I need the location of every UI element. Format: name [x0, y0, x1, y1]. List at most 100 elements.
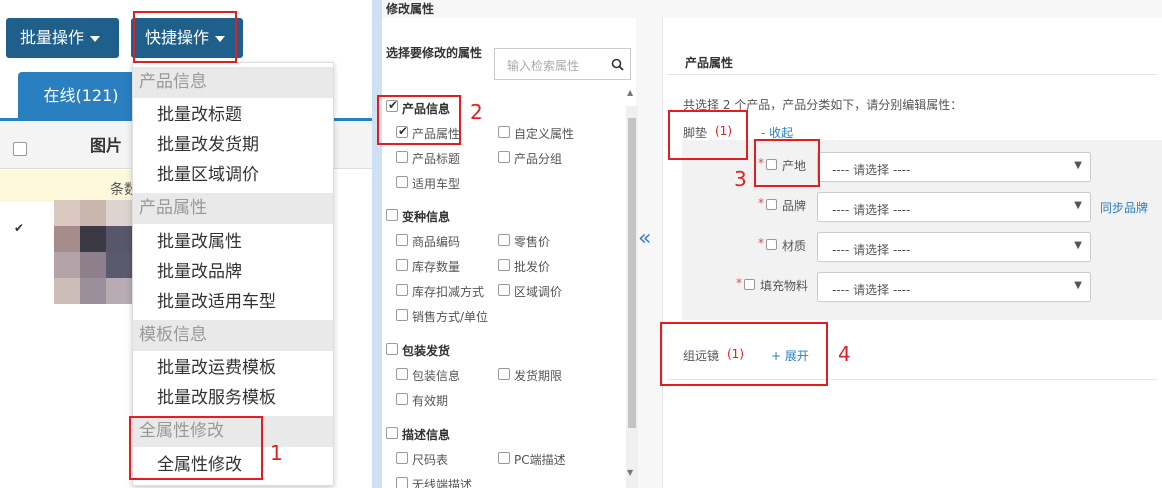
menu-item-freight-template[interactable]: 批量改运费模板: [157, 354, 276, 382]
dialog-title: 修改属性: [386, 2, 435, 16]
field-label-brand: 品牌: [782, 199, 807, 213]
highlight-origin: [754, 139, 820, 187]
option-checkbox-ship-deadline[interactable]: [498, 368, 510, 380]
chevron-down-icon: ▼: [1074, 160, 1082, 171]
option-product-group: 产品分组: [514, 152, 563, 166]
option-checkbox-package-info[interactable]: [396, 368, 408, 380]
option-checkbox-product-group[interactable]: [498, 151, 510, 163]
dialog-left-edge: [372, 0, 382, 488]
search-placeholder: 输入检索属性: [507, 59, 580, 73]
origin-select-value: ---- 请选择 ----: [832, 163, 911, 177]
option-checkbox-validity[interactable]: [396, 393, 408, 405]
sync-brand-link[interactable]: 同步品牌: [1100, 199, 1148, 216]
callout-3: 3: [734, 167, 747, 191]
material-select-value: ---- 请选择 ----: [832, 243, 911, 257]
attribute-search-input[interactable]: 输入检索属性: [494, 48, 631, 80]
batch-operation-button[interactable]: 批量操作: [6, 18, 119, 58]
chevron-down-icon: ▼: [1074, 200, 1082, 211]
option-custom-attr: 自定义属性: [514, 127, 575, 141]
option-stock-deduct: 库存扣减方式: [412, 285, 485, 299]
option-pc-desc: PC端描述: [514, 453, 566, 467]
panel-heading: 产品属性: [685, 56, 734, 70]
heading-divider: [667, 74, 1157, 75]
highlight-product-info: [377, 95, 461, 145]
menu-item-edit-title[interactable]: 批量改标题: [157, 101, 242, 129]
attribute-selector-panel: 选择要修改的属性 输入检索属性 产品信息 产品属性 自定义属性 产品标题 产品分…: [382, 18, 638, 488]
option-package-info: 包装信息: [412, 369, 461, 383]
filling-select-value: ---- 请选择 ----: [832, 283, 911, 297]
option-validity: 有效期: [412, 394, 449, 408]
menu-item-region-price[interactable]: 批量区域调价: [157, 161, 259, 189]
menu-item-edit-ship-date[interactable]: 批量改发货期: [157, 131, 259, 159]
scroll-down-icon[interactable]: ▼: [627, 468, 633, 477]
select-all-checkbox[interactable]: [13, 142, 27, 156]
option-checkbox-retail-price[interactable]: [498, 234, 510, 246]
origin-select[interactable]: ---- 请选择 ---- ▼: [817, 152, 1091, 182]
section-title-variant: 变种信息: [402, 210, 451, 224]
material-select[interactable]: ---- 请选择 ---- ▼: [817, 232, 1091, 262]
dialog-titlebar: 修改属性: [372, 0, 1162, 18]
row-checkbox[interactable]: [13, 221, 27, 238]
option-checkbox-pc-desc[interactable]: [498, 452, 510, 464]
section-title-description: 描述信息: [402, 428, 451, 442]
menu-item-edit-brand[interactable]: 批量改品牌: [157, 258, 242, 286]
option-checkbox-sale-unit[interactable]: [396, 309, 408, 321]
option-size-chart: 尺码表: [412, 453, 449, 467]
option-stock: 库存数量: [412, 260, 461, 274]
section-checkbox-packaging[interactable]: [386, 343, 398, 355]
section-checkbox-description[interactable]: [386, 427, 398, 439]
option-checkbox-product-title[interactable]: [396, 151, 408, 163]
option-checkbox-wholesale[interactable]: [498, 259, 510, 271]
menu-group-template: 模板信息: [133, 320, 333, 351]
option-mobile-desc: 无线端描述: [412, 478, 473, 488]
field-checkbox-filling[interactable]: [744, 279, 755, 290]
brand-select[interactable]: ---- 请选择 ---- ▼: [817, 192, 1091, 222]
option-region-price: 区域调价: [514, 285, 563, 299]
highlight-category-1: [668, 110, 748, 160]
option-vehicle: 适用车型: [412, 177, 461, 191]
section-checkbox-variant[interactable]: [386, 209, 398, 221]
option-checkbox-stock-deduct[interactable]: [396, 284, 408, 296]
option-checkbox-vehicle[interactable]: [396, 176, 408, 188]
move-left-icon[interactable]: «: [638, 226, 651, 251]
scrollbar-thumb[interactable]: [628, 118, 636, 428]
field-row-brand: *: [758, 196, 764, 210]
edit-attributes-dialog: 修改属性 选择要修改的属性 输入检索属性 产品信息 产品属性 自定义属性 产品标…: [372, 0, 1162, 488]
scroll-up-icon[interactable]: ▲: [627, 88, 633, 97]
menu-group-product-attr: 产品属性: [133, 193, 333, 224]
field-label-filling: 填充物料: [760, 279, 809, 293]
option-retail-price: 零售价: [514, 235, 551, 249]
tab-online[interactable]: 在线(121): [18, 72, 144, 118]
highlight-category-2: [660, 322, 828, 386]
menu-group-product-info: 产品信息: [133, 67, 333, 98]
option-checkbox-mobile-desc[interactable]: [396, 477, 408, 488]
field-checkbox-material[interactable]: [766, 239, 777, 250]
option-checkbox-sku[interactable]: [396, 234, 408, 246]
option-product-title: 产品标题: [412, 152, 461, 166]
menu-item-edit-vehicle[interactable]: 批量改适用车型: [157, 288, 276, 316]
field-checkbox-brand[interactable]: [766, 199, 777, 210]
filling-select[interactable]: ---- 请选择 ---- ▼: [817, 272, 1091, 302]
option-checkbox-region-price[interactable]: [498, 284, 510, 296]
option-checkbox-size-chart[interactable]: [396, 452, 408, 464]
option-checkbox-custom-attr[interactable]: [498, 126, 510, 138]
chevron-down-icon: ▼: [1074, 240, 1082, 251]
select-attr-label: 选择要修改的属性: [386, 46, 483, 60]
search-icon[interactable]: [611, 58, 624, 71]
brand-select-value: ---- 请选择 ----: [832, 203, 911, 217]
callout-2: 2: [470, 100, 483, 124]
menu-item-edit-attr[interactable]: 批量改属性: [157, 228, 242, 256]
column-header-image: 图片: [90, 136, 123, 155]
batch-operation-label: 批量操作: [20, 28, 85, 47]
option-wholesale: 批发价: [514, 260, 551, 274]
caret-down-icon: [90, 35, 101, 42]
highlight-all-attr: [129, 416, 263, 480]
option-checkbox-stock[interactable]: [396, 259, 408, 271]
field-label-material: 材质: [782, 239, 807, 253]
highlight-quick-operation: [133, 11, 237, 63]
menu-item-service-template[interactable]: 批量改服务模板: [157, 384, 276, 412]
field-row-material: *: [758, 236, 764, 250]
callout-4: 4: [838, 342, 851, 366]
option-sku: 商品编码: [412, 235, 461, 249]
field-row-filling: *: [736, 276, 742, 290]
